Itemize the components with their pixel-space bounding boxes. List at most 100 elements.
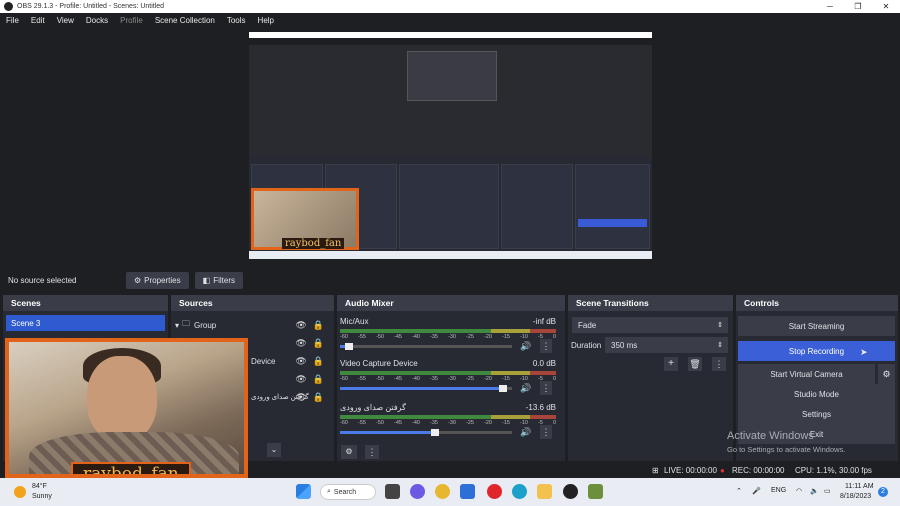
menu-scene-collection[interactable]: Scene Collection xyxy=(155,16,215,25)
filters-label: Filters xyxy=(213,275,235,285)
lock-icon[interactable]: 🔒 xyxy=(313,392,324,403)
file-explorer-icon[interactable] xyxy=(537,484,552,499)
scale-tick: -25 xyxy=(466,376,474,382)
menu-help[interactable]: Help xyxy=(258,16,274,25)
virtual-camera-gear-icon[interactable]: ⚙ xyxy=(878,364,895,384)
preview-canvas[interactable]: raybod_fan xyxy=(249,32,652,259)
wifi-icon[interactable]: ◠ xyxy=(796,487,802,495)
eye-icon[interactable]: 👁 xyxy=(295,338,306,349)
mixer-menu-button[interactable]: ⋮ xyxy=(365,445,379,459)
gear-icon: ⚙ xyxy=(134,275,142,285)
transition-select[interactable]: Fade ⇕ xyxy=(572,317,728,333)
more-options-button[interactable]: ⋮ xyxy=(540,425,552,439)
scene-transitions-panel: Scene Transitions Fade ⇕ Duration 350 ms… xyxy=(568,295,733,461)
preview-area: raybod_fan xyxy=(0,28,900,268)
maximize-icon[interactable]: ❐ xyxy=(844,0,872,13)
eye-icon[interactable]: 👁 xyxy=(295,320,306,331)
taskbar-search[interactable]: ⌕ Search xyxy=(320,484,376,500)
start-virtual-camera-button[interactable]: Start Virtual Camera xyxy=(738,364,875,384)
clock-date[interactable]: 8/18/2023 xyxy=(840,493,871,500)
menu-view[interactable]: View xyxy=(57,16,74,25)
window-title: OBS 29.1.3 - Profile: Untitled - Scenes:… xyxy=(17,3,165,10)
notification-icon[interactable]: 2 xyxy=(878,487,888,497)
edge-icon[interactable] xyxy=(512,484,527,499)
stop-recording-button[interactable]: Stop Recording xyxy=(738,341,895,361)
more-options-button[interactable]: ⋮ xyxy=(540,381,552,395)
menu-tools[interactable]: Tools xyxy=(227,16,246,25)
lock-icon[interactable]: 🔒 xyxy=(313,320,324,331)
no-source-label: No source selected xyxy=(8,275,77,285)
chrome-icon[interactable] xyxy=(435,484,450,499)
obs-logo-icon xyxy=(4,2,13,11)
move-down-button[interactable]: ⌄ xyxy=(267,443,281,457)
scale-tick: -50 xyxy=(376,420,384,426)
eye-icon[interactable]: 👁 xyxy=(295,392,306,403)
start-icon[interactable] xyxy=(296,484,311,499)
channel-db: -13.6 dB xyxy=(525,403,556,412)
volume-slider[interactable] xyxy=(340,429,512,436)
scale-tick: -15 xyxy=(502,376,510,382)
volume-slider[interactable] xyxy=(340,343,512,350)
webcam-face xyxy=(87,356,157,442)
language-indicator[interactable]: ENG xyxy=(771,487,786,494)
scale-tick: -40 xyxy=(412,334,420,340)
source-item-group[interactable]: ▾ 🗀 Group 👁 🔒 xyxy=(175,317,330,333)
duration-input[interactable]: 350 ms ⇕ xyxy=(605,337,728,353)
clock-time[interactable]: 11:11 AM xyxy=(845,483,874,490)
speaker-icon[interactable]: 🔊 xyxy=(520,383,531,394)
volume-icon[interactable]: 🔈 xyxy=(810,487,819,495)
slider-knob[interactable] xyxy=(344,343,353,350)
menu-docks[interactable]: Docks xyxy=(86,16,108,25)
advanced-audio-gear-icon[interactable]: ⚙ xyxy=(341,445,357,459)
speaker-icon[interactable]: 🔊 xyxy=(520,341,531,352)
scale-tick: -40 xyxy=(412,376,420,382)
folder-icon: 🗀 xyxy=(182,319,191,328)
add-transition-button[interactable]: + xyxy=(664,357,678,371)
scene-item[interactable]: Scene 3 xyxy=(6,315,165,331)
slider-knob[interactable] xyxy=(499,385,508,392)
lock-icon[interactable]: 🔒 xyxy=(313,374,324,385)
speaker-icon[interactable]: 🔊 xyxy=(520,427,531,438)
scale-tick: -50 xyxy=(376,334,384,340)
more-options-button[interactable]: ⋮ xyxy=(540,339,552,353)
close-icon[interactable]: ✕ xyxy=(872,0,900,13)
lock-icon[interactable]: 🔒 xyxy=(313,338,324,349)
obs-icon[interactable] xyxy=(563,484,578,499)
collapse-arrow-icon[interactable]: ▾ xyxy=(175,321,179,330)
menu-edit[interactable]: Edit xyxy=(31,16,45,25)
slider-knob[interactable] xyxy=(430,429,439,436)
menu-file[interactable]: File xyxy=(6,16,19,25)
eye-icon[interactable]: 👁 xyxy=(295,356,306,367)
lock-icon[interactable]: 🔒 xyxy=(313,356,324,367)
nested-mixer-panel xyxy=(399,164,499,249)
properties-button[interactable]: ⚙ Properties xyxy=(126,271,189,289)
volume-slider[interactable] xyxy=(340,385,512,392)
chat-icon[interactable] xyxy=(410,484,425,499)
scale-tick: -15 xyxy=(502,420,510,426)
scale-tick: -25 xyxy=(466,420,474,426)
nested-preview xyxy=(359,46,544,149)
task-view-icon[interactable] xyxy=(385,484,400,499)
scale-tick: -20 xyxy=(484,420,492,426)
menu-profile[interactable]: Profile xyxy=(120,16,143,25)
start-streaming-button[interactable]: Start Streaming xyxy=(738,316,895,336)
app-icon[interactable] xyxy=(588,484,603,499)
nested-menu-bar xyxy=(249,38,652,45)
mouse-cursor-icon: ➤ xyxy=(860,347,868,357)
filters-button[interactable]: ◧ Filters xyxy=(194,271,243,289)
microphone-icon[interactable]: 🎤 xyxy=(752,487,761,495)
transition-menu-button[interactable]: ⋮ xyxy=(712,357,726,371)
opera-icon[interactable] xyxy=(487,484,502,499)
settings-button[interactable]: Settings xyxy=(738,404,895,424)
trash-icon[interactable]: 🗑 xyxy=(688,357,702,371)
scale-tick: -15 xyxy=(502,334,510,340)
volume-meter xyxy=(340,371,556,375)
battery-icon[interactable]: ▭ xyxy=(824,487,831,495)
store-icon[interactable] xyxy=(460,484,475,499)
minimize-icon[interactable]: ─ xyxy=(816,0,844,13)
eye-icon[interactable]: 👁 xyxy=(295,374,306,385)
studio-mode-button[interactable]: Studio Mode xyxy=(738,384,895,404)
chevron-up-icon[interactable]: ⌃ xyxy=(736,487,742,495)
nested-transitions-panel xyxy=(501,164,573,249)
webcam-label: raybod_fan xyxy=(71,462,191,474)
